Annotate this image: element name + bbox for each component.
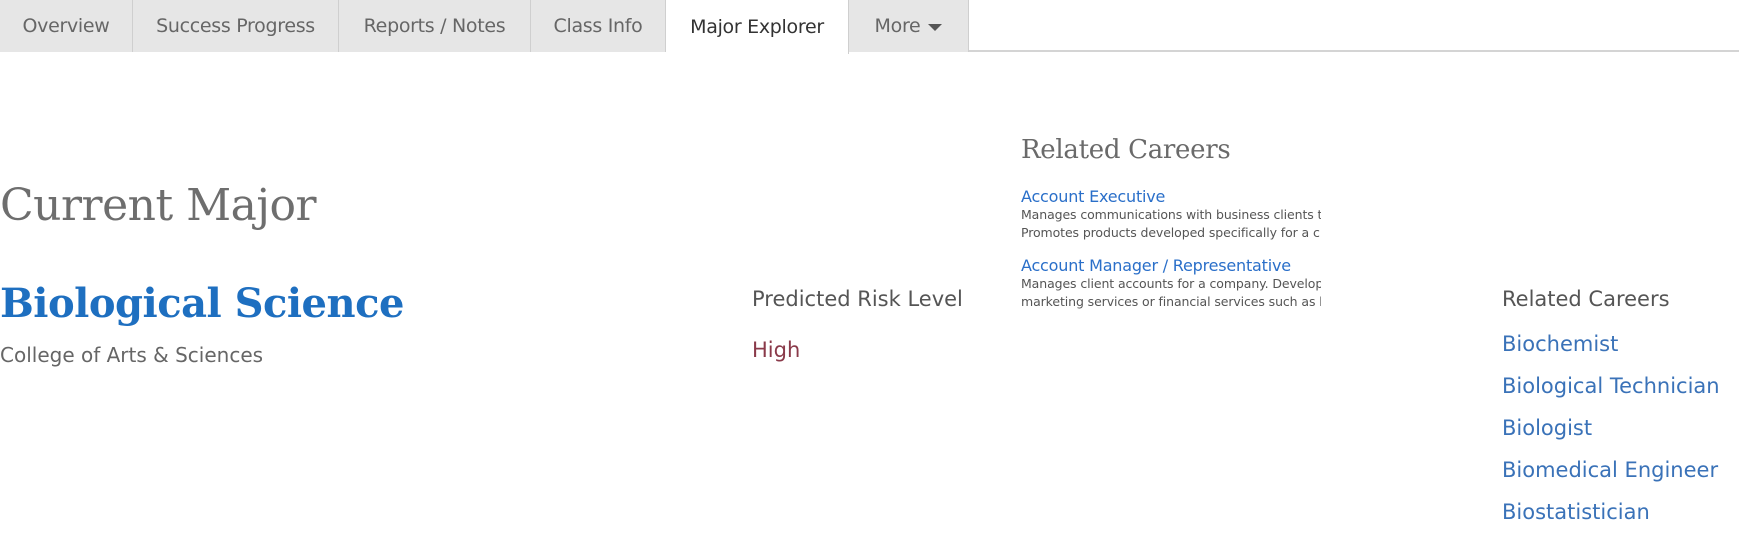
career-description-line: marketing services or financial services…	[1021, 294, 1321, 309]
career-description-line: Manages communications with business cli…	[1021, 207, 1321, 222]
tab-label: Class Info	[553, 15, 643, 37]
tab-label: Success Progress	[156, 15, 315, 37]
tab-more[interactable]: More	[849, 0, 969, 52]
tab-label: Overview	[22, 15, 110, 37]
career-description-line: Manages client accounts for a company. D…	[1021, 276, 1321, 291]
career-link-account-manager[interactable]: Account Manager / Representative	[1021, 256, 1321, 275]
related-careers-list: Related Careers Biochemist Biological Te…	[1502, 287, 1720, 540]
career-link-biostatistician[interactable]: Biostatistician	[1502, 498, 1720, 540]
career-description-line: Promotes products developed specifically…	[1021, 225, 1320, 240]
career-description: Manages communications with business cli…	[1021, 206, 1321, 242]
major-name: Biological Science	[0, 280, 404, 327]
major-college: College of Arts & Sciences	[0, 343, 264, 367]
tab-overview[interactable]: Overview	[0, 0, 133, 52]
career-link-biomedical-engineer[interactable]: Biomedical Engineer	[1502, 456, 1720, 498]
current-major-heading: Current Major	[0, 180, 317, 231]
career-link-biologist[interactable]: Biologist	[1502, 414, 1720, 456]
risk-level-label: Predicted Risk Level	[752, 287, 963, 311]
career-link-biological-technician[interactable]: Biological Technician	[1502, 372, 1720, 414]
tab-bar: Overview Success Progress Reports / Note…	[0, 0, 1739, 54]
career-entry: Account Executive Manages communications…	[1021, 187, 1321, 242]
tab-label: Major Explorer	[690, 16, 824, 38]
career-entry: Account Manager / Representative Manages…	[1021, 256, 1321, 311]
career-link-biochemist[interactable]: Biochemist	[1502, 330, 1720, 372]
caret-down-icon	[928, 23, 943, 31]
tab-reports-notes[interactable]: Reports / Notes	[339, 0, 531, 52]
risk-level-value: High	[752, 338, 801, 362]
related-careers-panel-title: Related Careers	[1021, 135, 1231, 165]
tab-label: Reports / Notes	[363, 15, 506, 37]
related-careers-list-title: Related Careers	[1502, 287, 1670, 311]
related-careers-panel: Related Careers Account Executive Manage…	[1021, 135, 1321, 311]
tab-class-info[interactable]: Class Info	[531, 0, 666, 52]
tab-major-explorer[interactable]: Major Explorer	[666, 0, 849, 54]
tab-success-progress[interactable]: Success Progress	[133, 0, 339, 52]
career-description: Manages client accounts for a company. D…	[1021, 275, 1321, 311]
career-link-account-executive[interactable]: Account Executive	[1021, 187, 1321, 206]
tab-label: More	[874, 15, 921, 37]
